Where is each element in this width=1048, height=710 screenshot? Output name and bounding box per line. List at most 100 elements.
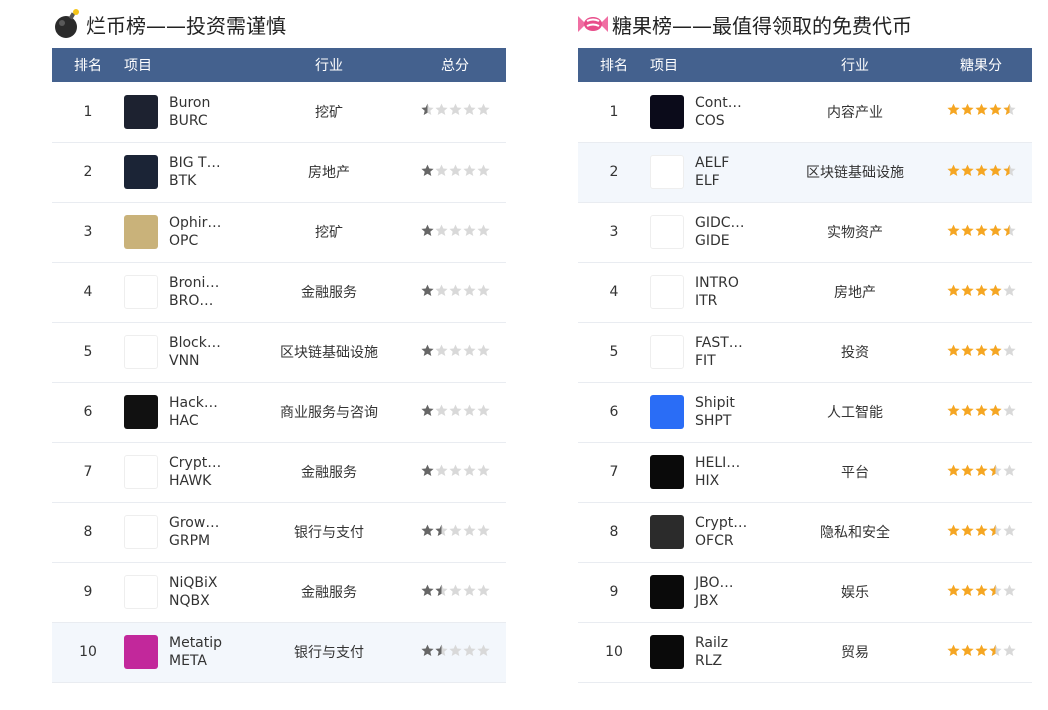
jboxcoin-logo-icon[interactable] <box>650 575 684 609</box>
header-project[interactable]: 项目 <box>124 48 254 82</box>
intro-logo-icon[interactable] <box>650 275 684 309</box>
project-name[interactable]: FAST… <box>695 334 743 352</box>
hackspace-logo-icon[interactable] <box>124 395 158 429</box>
star-icon <box>448 103 462 116</box>
project-cell[interactable]: Hack… HAC <box>124 382 254 443</box>
project-name[interactable]: Crypt… <box>695 514 747 532</box>
project-name[interactable]: Railz <box>695 634 728 652</box>
project-symbol: ITR <box>695 293 718 309</box>
table-row[interactable]: 7 HELI… HIX 平台 <box>578 442 1032 503</box>
project-name[interactable]: Broni… <box>169 274 219 292</box>
table-row[interactable]: 1 Cont… COS 内容产业 <box>578 82 1032 143</box>
table-row[interactable]: 5 Block… VNN 区块链基础设施 <box>52 322 506 383</box>
cryptopolice-logo-icon[interactable] <box>650 515 684 549</box>
bigtoken-logo-icon[interactable] <box>124 155 158 189</box>
star-icon <box>448 584 462 597</box>
project-cell[interactable]: Block… VNN <box>124 322 254 383</box>
project-name[interactable]: Crypt… <box>169 454 221 472</box>
project-name[interactable]: AELF <box>695 154 729 172</box>
project-cell[interactable]: INTRO ITR <box>650 262 780 323</box>
star-icon <box>448 164 462 177</box>
header-score[interactable]: 糖果分 <box>930 48 1032 82</box>
project-cell[interactable]: Shipit SHPT <box>650 382 780 443</box>
project-name[interactable]: JBO… <box>695 574 734 592</box>
project-name[interactable]: Block… <box>169 334 221 352</box>
fastinvest-logo-icon[interactable] <box>650 335 684 369</box>
star-icon <box>946 344 960 357</box>
table-row[interactable]: 10 Metatip META 银行与支付 <box>52 622 506 683</box>
bronix-logo-icon[interactable] <box>124 275 158 309</box>
gidcoin-logo-icon[interactable] <box>650 215 684 249</box>
project-name[interactable]: NiQBiX <box>169 574 217 592</box>
table-row[interactable]: 4 Broni… BRO… 金融服务 <box>52 262 506 323</box>
project-cell[interactable]: Crypt… OFCR <box>650 502 780 563</box>
project-cell[interactable]: Crypt… HAWK <box>124 442 254 503</box>
helix-logo-icon[interactable] <box>650 455 684 489</box>
table-row[interactable]: 7 Crypt… HAWK 金融服务 <box>52 442 506 503</box>
table-row[interactable]: 6 Hack… HAC 商业服务与咨询 <box>52 382 506 443</box>
table-row[interactable]: 2 BIG T… BTK 房地产 <box>52 142 506 203</box>
project-cell[interactable]: JBO… JBX <box>650 562 780 623</box>
project-name[interactable]: Hack… <box>169 394 218 412</box>
project-symbol: OFCR <box>695 533 734 549</box>
project-cell[interactable]: GIDC… GIDE <box>650 202 780 263</box>
project-cell[interactable]: Broni… BRO… <box>124 262 254 323</box>
project-name[interactable]: Metatip <box>169 634 222 652</box>
table-row[interactable]: 9 JBO… JBX 娱乐 <box>578 562 1032 623</box>
project-name[interactable]: Cont… <box>695 94 742 112</box>
star-icon <box>1002 404 1016 417</box>
header-industry[interactable]: 行业 <box>780 48 930 82</box>
star-icon <box>462 644 476 657</box>
table-row[interactable]: 3 GIDC… GIDE 实物资产 <box>578 202 1032 263</box>
vnn-logo-icon[interactable] <box>124 335 158 369</box>
railz-logo-icon[interactable] <box>650 635 684 669</box>
project-cell[interactable]: FAST… FIT <box>650 322 780 383</box>
contentos-logo-icon[interactable] <box>650 94 684 129</box>
table-row[interactable]: 8 Crypt… OFCR 隐私和安全 <box>578 502 1032 563</box>
niqbix-logo-icon[interactable] <box>124 575 158 609</box>
project-cell[interactable]: Metatip META <box>124 622 254 683</box>
table-row[interactable]: 4 INTRO ITR 房地产 <box>578 262 1032 323</box>
cryptohawk-logo-icon[interactable] <box>124 455 158 489</box>
project-cell[interactable]: Grow… GRPM <box>124 502 254 563</box>
project-name[interactable]: INTRO <box>695 274 739 292</box>
buron-logo-icon[interactable] <box>124 94 158 129</box>
score-cell <box>404 322 506 383</box>
shipit-logo-icon[interactable] <box>650 395 684 429</box>
header-project[interactable]: 项目 <box>650 48 780 82</box>
grow-logo-icon[interactable] <box>124 515 158 549</box>
industry-cell: 人工智能 <box>780 382 930 443</box>
project-name[interactable]: HELI… <box>695 454 740 472</box>
table-row[interactable]: 6 Shipit SHPT 人工智能 <box>578 382 1032 443</box>
table-row[interactable]: 9 NiQBiX NQBX 金融服务 <box>52 562 506 623</box>
aelf-logo-icon[interactable] <box>650 155 684 189</box>
project-name[interactable]: Buron <box>169 94 210 112</box>
ophir-logo-icon[interactable] <box>124 215 158 249</box>
project-cell[interactable]: Cont… COS <box>650 82 780 143</box>
project-name[interactable]: Shipit <box>695 394 735 412</box>
table-row[interactable]: 5 FAST… FIT 投资 <box>578 322 1032 383</box>
project-cell[interactable]: HELI… HIX <box>650 442 780 503</box>
project-cell[interactable]: AELF ELF <box>650 142 780 203</box>
project-cell[interactable]: Ophir… OPC <box>124 202 254 263</box>
project-name[interactable]: GIDC… <box>695 214 745 232</box>
table-row[interactable]: 2 AELF ELF 区块链基础设施 <box>578 142 1032 203</box>
star-icon <box>462 224 476 237</box>
project-name[interactable]: Grow… <box>169 514 219 532</box>
star-icon <box>974 464 988 477</box>
table-row[interactable]: 1 Buron BURC 挖矿 <box>52 82 506 143</box>
project-cell[interactable]: Buron BURC <box>124 82 254 143</box>
table-row[interactable]: 3 Ophir… OPC 挖矿 <box>52 202 506 263</box>
metatip-logo-icon[interactable] <box>124 635 158 669</box>
project-name[interactable]: Ophir… <box>169 214 221 232</box>
header-score[interactable]: 总分 <box>404 48 506 82</box>
table-row[interactable]: 10 Railz RLZ 贸易 <box>578 622 1032 683</box>
project-cell[interactable]: BIG T… BTK <box>124 142 254 203</box>
header-rank[interactable]: 排名 <box>578 48 650 82</box>
project-cell[interactable]: NiQBiX NQBX <box>124 562 254 623</box>
header-industry[interactable]: 行业 <box>254 48 404 82</box>
project-name[interactable]: BIG T… <box>169 154 221 172</box>
project-cell[interactable]: Railz RLZ <box>650 622 780 683</box>
table-row[interactable]: 8 Grow… GRPM 银行与支付 <box>52 502 506 563</box>
header-rank[interactable]: 排名 <box>52 48 124 82</box>
